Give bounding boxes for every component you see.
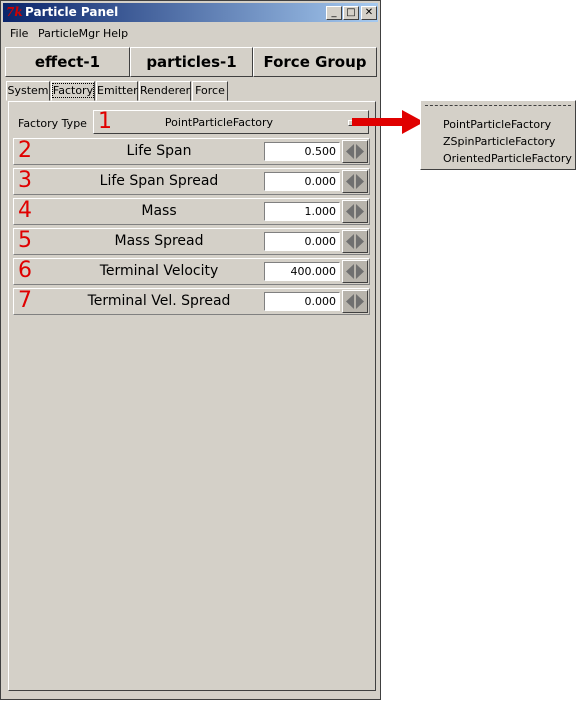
factory-type-row: Factory Type 1 PointParticleFactory <box>13 109 370 137</box>
arrow-left-icon[interactable] <box>346 234 354 249</box>
parameter-value-field[interactable]: 0.000 <box>264 172 340 191</box>
parameter-row: 2 Life Span 0.500 <box>13 138 370 165</box>
parameter-label: Mass <box>141 203 177 219</box>
window-title: Particle Panel <box>25 5 119 19</box>
tab-emitter-label: Emitter <box>97 84 138 97</box>
minimize-icon[interactable]: _ <box>326 6 342 20</box>
tab-factory-label: Factory <box>51 83 95 98</box>
menubar: File ParticleMgr Help <box>3 25 378 43</box>
title-bar[interactable]: 7k Particle Panel _ □ ✕ <box>3 3 378 22</box>
particles-button[interactable]: particles-1 <box>130 47 253 77</box>
annotation-number: 2 <box>18 138 32 163</box>
annotation-number: 7 <box>18 288 32 313</box>
arrow-left-icon[interactable] <box>346 294 354 309</box>
parameter-row: 4 Mass 1.000 <box>13 198 370 225</box>
effect-button[interactable]: effect-1 <box>5 47 130 77</box>
arrow-right-icon[interactable] <box>356 234 364 249</box>
annotation-number: 5 <box>18 228 32 253</box>
parameter-value-field[interactable]: 1.000 <box>264 202 340 221</box>
arrow-left-icon[interactable] <box>346 204 354 219</box>
maximize-icon[interactable]: □ <box>343 6 359 20</box>
arrow-left-icon[interactable] <box>346 174 354 189</box>
parameter-row: 3 Life Span Spread 0.000 <box>13 168 370 195</box>
factory-type-menubutton[interactable]: 1 PointParticleFactory <box>93 109 369 134</box>
arrow-right-icon[interactable] <box>356 264 364 279</box>
tab-force[interactable]: Force <box>192 81 228 101</box>
parameter-label: Terminal Vel. Spread <box>87 293 231 309</box>
spinner-control[interactable] <box>342 170 368 193</box>
factory-type-label: Factory Type <box>18 117 87 130</box>
parameter-row: 7 Terminal Vel. Spread 0.000 <box>13 288 370 315</box>
annotation-number: 4 <box>18 198 32 223</box>
annotation-number: 3 <box>18 168 32 193</box>
option-zspin-particle-factory[interactable]: ZSpinParticleFactory <box>443 135 555 148</box>
spinner-control[interactable] <box>342 140 368 163</box>
spinner-control[interactable] <box>342 200 368 223</box>
spinner-control[interactable] <box>342 260 368 283</box>
arrow-right-icon[interactable] <box>356 174 364 189</box>
parameter-value-field[interactable]: 0.500 <box>264 142 340 161</box>
parameter-value-field[interactable]: 0.000 <box>264 232 340 251</box>
menu-file[interactable]: File <box>10 27 28 40</box>
particle-panel-window: 7k Particle Panel _ □ ✕ File ParticleMgr… <box>0 0 381 700</box>
parameter-label: Life Span Spread <box>99 173 219 189</box>
factory-type-dropdown: PointParticleFactory ZSpinParticleFactor… <box>420 100 576 170</box>
tk-feather-icon: 7k <box>6 5 23 19</box>
parameter-label: Mass Spread <box>114 233 204 249</box>
arrow-left-icon[interactable] <box>346 264 354 279</box>
arrow-right-icon[interactable] <box>356 204 364 219</box>
force-group-button[interactable]: Force Group <box>253 47 377 77</box>
tab-force-label: Force <box>195 84 225 97</box>
menu-help[interactable]: Help <box>103 27 128 40</box>
annotation-number: 6 <box>18 258 32 283</box>
option-point-particle-factory[interactable]: PointParticleFactory <box>443 118 551 131</box>
parameter-label: Terminal Velocity <box>99 263 219 279</box>
parameter-value-field[interactable]: 0.000 <box>264 292 340 311</box>
arrow-right-icon[interactable] <box>356 144 364 159</box>
tab-system-label: System <box>7 84 49 97</box>
spinner-control[interactable] <box>342 290 368 313</box>
parameter-value-field[interactable]: 400.000 <box>264 262 340 281</box>
tab-factory[interactable]: Factory <box>51 81 95 101</box>
close-icon[interactable]: ✕ <box>361 6 377 20</box>
factory-type-value: PointParticleFactory <box>164 116 274 129</box>
tab-renderer-label: Renderer <box>140 84 191 97</box>
spinner-control[interactable] <box>342 230 368 253</box>
parameter-label: Life Span <box>126 143 192 159</box>
tab-renderer[interactable]: Renderer <box>139 81 191 101</box>
tab-system[interactable]: System <box>6 81 50 101</box>
tab-emitter[interactable]: Emitter <box>96 81 138 101</box>
tearoff-line[interactable] <box>425 105 571 106</box>
menu-particlemgr[interactable]: ParticleMgr <box>38 27 100 40</box>
option-oriented-particle-factory[interactable]: OrientedParticleFactory <box>443 152 572 165</box>
arrow-right-icon[interactable] <box>356 294 364 309</box>
parameter-row: 5 Mass Spread 0.000 <box>13 228 370 255</box>
arrow-left-icon[interactable] <box>346 144 354 159</box>
parameter-row: 6 Terminal Velocity 400.000 <box>13 258 370 285</box>
